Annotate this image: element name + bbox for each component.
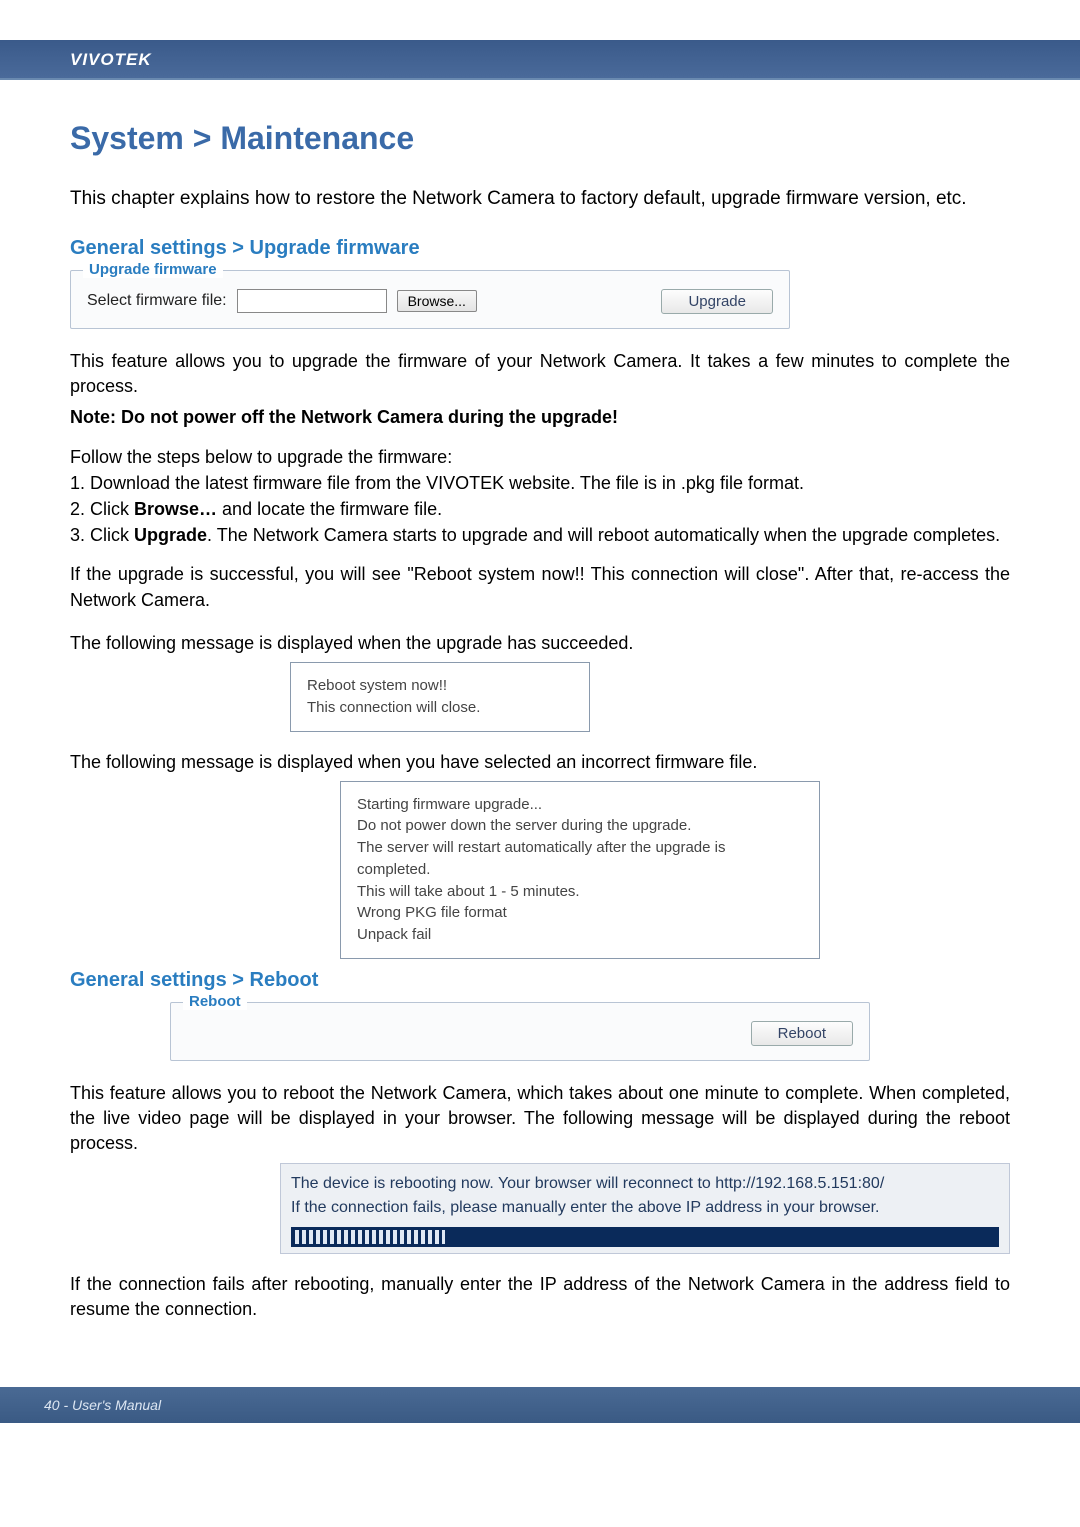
footer-text: 40 - User's Manual [44, 1397, 161, 1413]
firmware-file-label: Select firmware file: [87, 292, 227, 310]
fail-line-5: Wrong PKG file format [357, 902, 803, 924]
firmware-file-input[interactable] [237, 289, 387, 313]
reboot-after-text: If the connection fails after rebooting,… [70, 1272, 1010, 1322]
intro-text: This chapter explains how to restore the… [70, 185, 1010, 213]
upgrade-firmware-legend: Upgrade firmware [83, 261, 223, 278]
reboot-message-panel: The device is rebooting now. Your browse… [280, 1163, 1010, 1255]
step-1: 1. Download the latest firmware file fro… [70, 470, 1010, 496]
reboot-legend: Reboot [183, 993, 247, 1010]
fail-line-6: Unpack fail [357, 924, 803, 946]
upgrade-note: Note: Do not power off the Network Camer… [70, 405, 1010, 430]
success-line-2: This connection will close. [307, 697, 573, 719]
step-2: 2. Click Browse… and locate the firmware… [70, 496, 1010, 522]
fail-line-1: Starting firmware upgrade... [357, 794, 803, 816]
reboot-desc: This feature allows you to reboot the Ne… [70, 1081, 1010, 1157]
step-3: 3. Click Upgrade. The Network Camera sta… [70, 522, 1010, 548]
upgrade-success-para: If the upgrade is successful, you will s… [70, 562, 1010, 612]
upgrade-firmware-panel: Upgrade firmware Select firmware file: B… [70, 270, 790, 329]
success-line-1: Reboot system now!! [307, 675, 573, 697]
reboot-progress-fill [295, 1230, 445, 1244]
fail-line-4: This will take about 1 - 5 minutes. [357, 881, 803, 903]
browse-button[interactable]: Browse... [397, 290, 477, 312]
success-msg-intro: The following message is displayed when … [70, 631, 1010, 656]
reboot-msg-line-1: The device is rebooting now. Your browse… [291, 1172, 999, 1197]
brand-logo: VIVOTEK [70, 50, 152, 69]
upgrade-steps: Follow the steps below to upgrade the fi… [70, 444, 1010, 548]
fail-msg-intro: The following message is displayed when … [70, 750, 1010, 775]
reboot-panel: Reboot Reboot [170, 1002, 870, 1061]
reboot-msg-line-2: If the connection fails, please manually… [291, 1196, 999, 1221]
page-header: VIVOTEK [0, 40, 1080, 80]
page-title: System > Maintenance [70, 120, 1010, 157]
success-message-box: Reboot system now!! This connection will… [290, 662, 590, 732]
page-footer: 40 - User's Manual [0, 1387, 1080, 1423]
reboot-button[interactable]: Reboot [751, 1021, 853, 1046]
section-reboot-heading: General settings > Reboot [70, 969, 1010, 992]
page-content: System > Maintenance This chapter explai… [0, 80, 1080, 1359]
section-upgrade-heading: General settings > Upgrade firmware [70, 237, 1010, 260]
fail-line-3: The server will restart automatically af… [357, 837, 803, 881]
steps-intro: Follow the steps below to upgrade the fi… [70, 444, 1010, 470]
fail-line-2: Do not power down the server during the … [357, 815, 803, 837]
upgrade-desc: This feature allows you to upgrade the f… [70, 349, 1010, 399]
fail-message-box: Starting firmware upgrade... Do not powe… [340, 781, 820, 959]
upgrade-button[interactable]: Upgrade [661, 289, 773, 314]
reboot-progress-bar [291, 1227, 999, 1247]
